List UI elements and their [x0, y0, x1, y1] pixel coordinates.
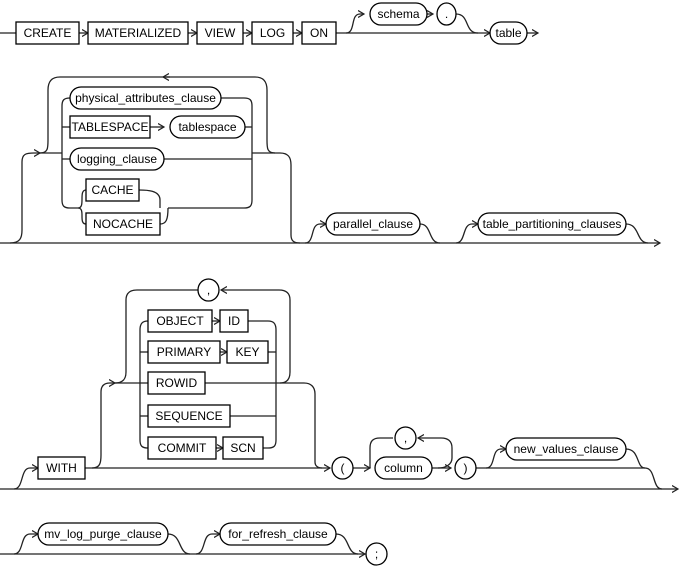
connector [304, 224, 326, 244]
node-label: NOCACHE [93, 217, 153, 231]
node-label: COMMIT [158, 441, 207, 455]
node-primary: PRIMARY [147, 340, 221, 364]
node-label: ID [228, 314, 240, 328]
connector [625, 223, 649, 244]
connector [335, 533, 359, 555]
node-materialized: MATERIALIZED [87, 21, 189, 45]
node-label: , [207, 283, 210, 297]
node-label: ( [341, 461, 345, 475]
node-label: for_refresh_clause [228, 527, 328, 541]
node-tablespace-kw: TABLESPACE [69, 115, 151, 139]
node-table: table [489, 21, 528, 45]
syntax-diagram: CREATE MATERIALIZED VIEW LOG ON schema . table p… [0, 2, 682, 566]
connector [455, 13, 479, 34]
connector [345, 14, 364, 34]
node-on: ON [301, 21, 337, 45]
connector [419, 223, 441, 244]
node-label: KEY [235, 345, 259, 359]
connector [167, 533, 191, 555]
node-label: mv_log_purge_clause [44, 527, 162, 541]
node-label: TABLESPACE [72, 120, 149, 134]
loop-arrow [279, 300, 291, 384]
connector [77, 189, 87, 209]
node-label: ; [375, 547, 378, 561]
connector [625, 448, 663, 490]
node-label: WITH [46, 461, 77, 475]
connector [13, 534, 38, 555]
connector [114, 289, 198, 384]
node-label: . [445, 7, 448, 21]
connector [455, 224, 478, 244]
connector [485, 449, 506, 469]
node-scn: SCN [222, 436, 264, 460]
node-table-partitioning-clauses: table_partitioning_clauses [477, 212, 627, 236]
node-comma2: , [394, 426, 417, 450]
node-id: ID [219, 309, 249, 333]
node-logging-clause: logging_clause [69, 147, 165, 171]
node-label: VIEW [205, 26, 236, 40]
node-parallel-clause: parallel_clause [325, 212, 421, 236]
node-label: ROWID [156, 376, 198, 390]
node-label: schema [377, 7, 419, 21]
node-rowid: ROWID [147, 371, 206, 395]
connector [159, 207, 169, 225]
node-label: physical_attributes_clause [75, 91, 216, 105]
connector [195, 534, 220, 555]
node-dot: . [436, 2, 457, 26]
node-create: CREATE [15, 21, 80, 45]
node-commit: COMMIT [147, 436, 217, 460]
connector [168, 97, 253, 209]
node-physical-attributes-clause: physical_attributes_clause [69, 86, 222, 110]
node-log: LOG [251, 21, 294, 45]
node-cache: CACHE [85, 178, 140, 202]
node-label: table_partitioning_clauses [483, 217, 622, 231]
node-label: ) [464, 461, 468, 475]
node-label: , [404, 431, 407, 445]
node-label: new_values_clause [514, 442, 619, 456]
node-label: logging_clause [77, 152, 157, 166]
node-label: tablespace [178, 120, 236, 134]
connector [77, 207, 87, 225]
connector [252, 152, 301, 244]
node-label: ON [310, 26, 328, 40]
connector [138, 189, 161, 208]
node-comma1: , [197, 278, 220, 302]
node-schema: schema [369, 2, 428, 26]
node-label: table [495, 26, 521, 40]
node-new-values-clause: new_values_clause [505, 437, 627, 461]
node-label: CACHE [91, 183, 133, 197]
node-sequence: SEQUENCE [147, 404, 231, 428]
node-lparen: ( [331, 456, 354, 480]
connector [91, 383, 115, 469]
node-label: column [384, 461, 423, 475]
connector [61, 97, 71, 153]
node-label: MATERIALIZED [95, 26, 182, 40]
node-label: OBJECT [156, 314, 204, 328]
node-for-refresh-clause: for_refresh_clause [219, 522, 337, 546]
connector [248, 320, 277, 449]
node-label: CREATE [24, 26, 72, 40]
node-label: SCN [230, 441, 255, 455]
node-semicolon: ; [365, 542, 388, 566]
node-nocache: NOCACHE [85, 212, 161, 236]
node-object: OBJECT [147, 309, 213, 333]
node-key: KEY [226, 340, 269, 364]
node-tablespace: tablespace [169, 115, 246, 139]
node-label: parallel_clause [333, 217, 413, 231]
node-with: WITH [37, 456, 86, 480]
node-rparen: ) [454, 456, 477, 480]
node-label: LOG [260, 26, 285, 40]
node-column: column [374, 456, 433, 480]
connector [9, 153, 40, 244]
connector [221, 290, 291, 301]
node-label: SEQUENCE [155, 409, 222, 423]
node-mv-log-purge-clause: mv_log_purge_clause [37, 522, 169, 546]
node-label: PRIMARY [157, 345, 211, 359]
node-view: VIEW [196, 21, 244, 45]
connector [13, 468, 38, 490]
